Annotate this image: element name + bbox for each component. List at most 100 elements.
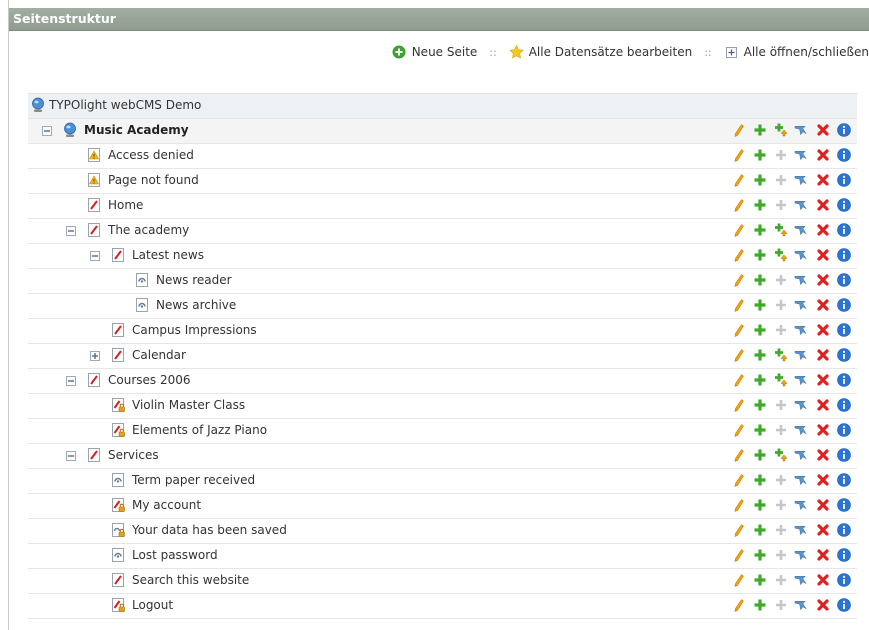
- cut-icon[interactable]: [794, 497, 809, 512]
- paste-after-icon[interactable]: [752, 447, 767, 462]
- delete-icon[interactable]: [815, 372, 830, 387]
- paste-into-icon[interactable]: [773, 247, 788, 262]
- cut-icon[interactable]: [794, 197, 809, 212]
- paste-after-icon[interactable]: [752, 122, 767, 137]
- info-icon[interactable]: [836, 272, 851, 287]
- edit-icon[interactable]: [731, 322, 746, 337]
- info-icon[interactable]: [836, 597, 851, 612]
- paste-after-icon[interactable]: [752, 497, 767, 512]
- paste-after-icon[interactable]: [752, 322, 767, 337]
- info-icon[interactable]: [836, 147, 851, 162]
- cut-icon[interactable]: [794, 122, 809, 137]
- cut-icon[interactable]: [794, 397, 809, 412]
- tree-row-label[interactable]: News archive: [156, 298, 236, 312]
- info-icon[interactable]: [836, 222, 851, 237]
- new-page-link[interactable]: Neue Seite: [392, 45, 477, 60]
- tree-row-label[interactable]: Courses 2006: [108, 373, 191, 387]
- toggle-all-link[interactable]: Alle öffnen/schließen: [724, 45, 869, 60]
- paste-after-icon[interactable]: [752, 347, 767, 362]
- edit-icon[interactable]: [731, 122, 746, 137]
- paste-into-icon[interactable]: [773, 447, 788, 462]
- paste-after-icon[interactable]: [752, 572, 767, 587]
- tree-row-label[interactable]: Logout: [132, 598, 173, 612]
- edit-icon[interactable]: [731, 197, 746, 212]
- paste-into-icon[interactable]: [773, 372, 788, 387]
- edit-all-link[interactable]: Alle Datensätze bearbeiten: [509, 44, 692, 60]
- paste-into-icon[interactable]: [773, 222, 788, 237]
- edit-icon[interactable]: [731, 447, 746, 462]
- delete-icon[interactable]: [815, 222, 830, 237]
- cut-icon[interactable]: [794, 422, 809, 437]
- edit-icon[interactable]: [731, 297, 746, 312]
- delete-icon[interactable]: [815, 272, 830, 287]
- cut-icon[interactable]: [794, 472, 809, 487]
- info-icon[interactable]: [836, 497, 851, 512]
- paste-after-icon[interactable]: [752, 247, 767, 262]
- delete-icon[interactable]: [815, 447, 830, 462]
- tree-row-label[interactable]: Search this website: [132, 573, 249, 587]
- edit-icon[interactable]: [731, 397, 746, 412]
- edit-icon[interactable]: [731, 572, 746, 587]
- tree-row-label[interactable]: News reader: [156, 273, 232, 287]
- edit-icon[interactable]: [731, 547, 746, 562]
- tree-row-label[interactable]: Lost password: [132, 548, 218, 562]
- paste-after-icon[interactable]: [752, 472, 767, 487]
- info-icon[interactable]: [836, 297, 851, 312]
- edit-icon[interactable]: [731, 472, 746, 487]
- tree-row-label[interactable]: Access denied: [108, 148, 194, 162]
- cut-icon[interactable]: [794, 372, 809, 387]
- tree-row-label[interactable]: Calendar: [132, 348, 186, 362]
- tree-row-label[interactable]: Term paper received: [132, 473, 255, 487]
- delete-icon[interactable]: [815, 322, 830, 337]
- edit-icon[interactable]: [731, 597, 746, 612]
- info-icon[interactable]: [836, 322, 851, 337]
- info-icon[interactable]: [836, 172, 851, 187]
- delete-icon[interactable]: [815, 197, 830, 212]
- cut-icon[interactable]: [794, 547, 809, 562]
- delete-icon[interactable]: [815, 122, 830, 137]
- collapse-toggle-icon[interactable]: [66, 451, 76, 461]
- cut-icon[interactable]: [794, 447, 809, 462]
- paste-after-icon[interactable]: [752, 172, 767, 187]
- tree-row-label[interactable]: Elements of Jazz Piano: [132, 423, 267, 437]
- delete-icon[interactable]: [815, 472, 830, 487]
- edit-icon[interactable]: [731, 522, 746, 537]
- tree-row-label[interactable]: Page not found: [108, 173, 199, 187]
- edit-icon[interactable]: [731, 172, 746, 187]
- info-icon[interactable]: [836, 197, 851, 212]
- paste-after-icon[interactable]: [752, 272, 767, 287]
- delete-icon[interactable]: [815, 497, 830, 512]
- delete-icon[interactable]: [815, 297, 830, 312]
- delete-icon[interactable]: [815, 247, 830, 262]
- tree-row-label[interactable]: Services: [108, 448, 159, 462]
- paste-into-icon[interactable]: [773, 347, 788, 362]
- paste-into-icon[interactable]: [773, 122, 788, 137]
- cut-icon[interactable]: [794, 522, 809, 537]
- edit-icon[interactable]: [731, 247, 746, 262]
- tree-row-label[interactable]: Music Academy: [84, 123, 189, 137]
- tree-row-label[interactable]: Latest news: [132, 248, 204, 262]
- delete-icon[interactable]: [815, 597, 830, 612]
- paste-after-icon[interactable]: [752, 297, 767, 312]
- tree-row-label[interactable]: Your data has been saved: [132, 523, 287, 537]
- cut-icon[interactable]: [794, 272, 809, 287]
- cut-icon[interactable]: [794, 147, 809, 162]
- delete-icon[interactable]: [815, 422, 830, 437]
- info-icon[interactable]: [836, 522, 851, 537]
- delete-icon[interactable]: [815, 347, 830, 362]
- paste-after-icon[interactable]: [752, 522, 767, 537]
- cut-icon[interactable]: [794, 222, 809, 237]
- cut-icon[interactable]: [794, 597, 809, 612]
- paste-after-icon[interactable]: [752, 597, 767, 612]
- info-icon[interactable]: [836, 572, 851, 587]
- cut-icon[interactable]: [794, 572, 809, 587]
- edit-icon[interactable]: [731, 347, 746, 362]
- collapse-toggle-icon[interactable]: [90, 251, 100, 261]
- paste-after-icon[interactable]: [752, 372, 767, 387]
- edit-icon[interactable]: [731, 422, 746, 437]
- collapse-toggle-icon[interactable]: [42, 126, 52, 136]
- cut-icon[interactable]: [794, 322, 809, 337]
- info-icon[interactable]: [836, 347, 851, 362]
- paste-after-icon[interactable]: [752, 197, 767, 212]
- delete-icon[interactable]: [815, 147, 830, 162]
